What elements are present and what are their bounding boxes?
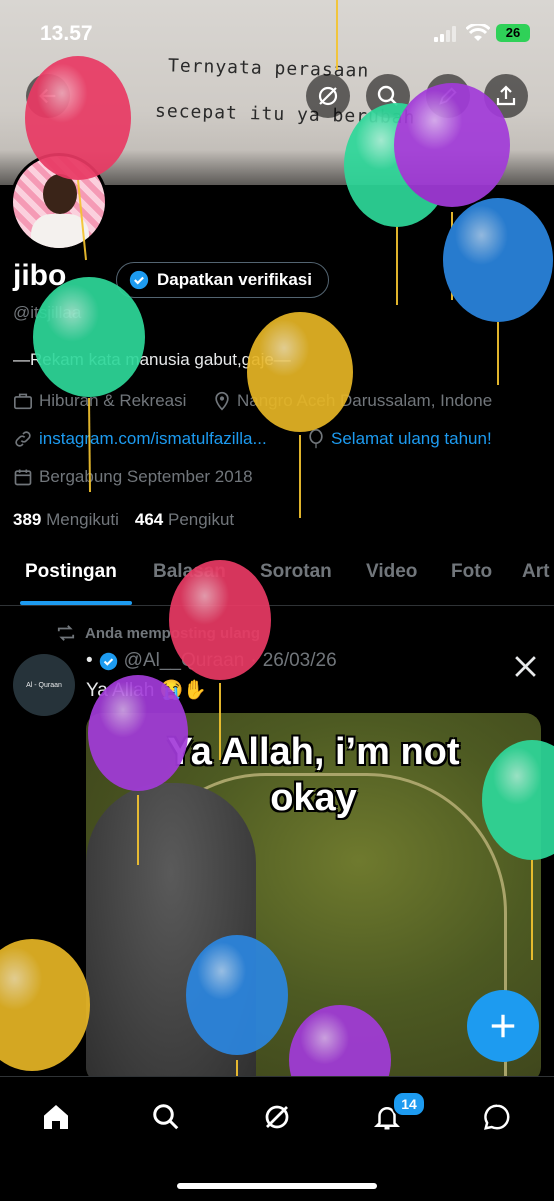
share-button[interactable] [484, 74, 528, 118]
post-author-avatar[interactable]: Al - Quraan [13, 654, 75, 716]
compose-post-button[interactable] [467, 990, 539, 1062]
grok-icon [265, 1105, 289, 1129]
tabs-divider [0, 605, 554, 606]
messages-icon [484, 1104, 510, 1130]
edit-icon [439, 87, 457, 105]
profile-joined: Bergabung September 2018 [13, 467, 253, 487]
status-time: 13.57 [40, 22, 93, 45]
tab-posts[interactable]: Postingan [25, 561, 117, 583]
post-separator: · [250, 650, 257, 671]
tab-photos[interactable]: Foto [451, 561, 492, 583]
image-caption-line-1: Ya Allah, i’m not [167, 731, 460, 773]
location-pin-icon [215, 391, 229, 411]
profile-location: Nangro Aceh Darussalam, Indone [213, 391, 492, 411]
grok-icon [318, 86, 338, 106]
author-name-dot: • [86, 650, 93, 671]
post-avatar-text: Al - Quraan [26, 681, 62, 689]
x-logo-icon [515, 656, 536, 677]
edit-button[interactable] [426, 74, 470, 118]
avatar-shirt [31, 214, 89, 248]
category-label: Hiburan & Rekreasi [39, 391, 187, 410]
repost-indicator: Anda memposting ulang [55, 624, 260, 642]
battery-indicator: 26 [496, 24, 530, 42]
balloon-icon [309, 429, 323, 449]
followers-count: 464 [134, 510, 164, 529]
profile-bio: —Rekam kata manusia gabut,gaje— [13, 350, 291, 369]
repost-label: Anda memposting ulang [85, 624, 261, 642]
signal-icon [434, 26, 460, 42]
back-arrow-icon [39, 88, 56, 104]
tab-highlights[interactable]: Sorotan [260, 561, 332, 583]
website-link[interactable]: instagram.com/ismatulfazilla... [39, 429, 267, 449]
search-button[interactable] [366, 74, 410, 118]
post-author-handle[interactable]: @Al__Quraan [124, 650, 245, 672]
briefcase-icon [14, 393, 32, 410]
wifi-icon [466, 24, 490, 41]
nav-home[interactable] [36, 1097, 76, 1137]
avatar-face [43, 174, 77, 214]
search-icon [377, 85, 398, 106]
home-icon [44, 1105, 68, 1129]
display-name: jibo [13, 259, 67, 292]
back-button[interactable] [26, 74, 70, 118]
profile-category: Hiburan & Rekreasi [13, 391, 186, 411]
following-count: 389 [13, 510, 42, 529]
following-link[interactable]: 389 Mengikuti [13, 510, 119, 530]
post-header: • @Al__Quraan · 26/03/26 [86, 650, 337, 672]
birthday-label: Selamat ulang tahun! [331, 429, 492, 448]
tab-replies[interactable]: Balasan [153, 561, 226, 583]
profile-website[interactable]: instagram.com/ismatulfazilla... [13, 429, 267, 449]
followers-label: Pengikut [167, 510, 235, 529]
get-verified-button[interactable]: Dapatkan verifikasi [116, 262, 329, 298]
share-icon [496, 85, 516, 106]
verified-badge-icon [129, 270, 149, 290]
location-label: Nangro Aceh Darussalam, Indone [237, 391, 493, 410]
home-indicator [177, 1183, 377, 1189]
nav-explore[interactable] [146, 1097, 186, 1137]
follow-stats: 389 Mengikuti 464 Pengikut [13, 510, 234, 530]
image-caption-line-2: okay [270, 777, 357, 819]
verified-badge-icon [99, 652, 117, 670]
nav-messages[interactable] [477, 1097, 517, 1137]
tab-articles[interactable]: Art [522, 561, 549, 583]
profile-handle: @itsjillaa [13, 303, 82, 322]
profile-avatar[interactable] [10, 153, 108, 251]
get-verified-label: Dapatkan verifikasi [157, 270, 312, 289]
tab-video[interactable]: Video [366, 561, 417, 583]
post-date: 26/03/26 [262, 650, 337, 671]
joined-label: Bergabung September 2018 [39, 467, 253, 486]
plus-icon [491, 1014, 515, 1038]
grok-button[interactable] [306, 74, 350, 118]
status-bar: 13.57 26 [0, 0, 554, 60]
notification-badge: 14 [392, 1091, 426, 1117]
post-text: Ya Allah 😭✋ [86, 680, 207, 701]
following-label: Mengikuti [46, 510, 119, 529]
explore-icon [153, 1104, 179, 1130]
cat-silhouette [86, 783, 256, 1083]
repost-icon [57, 625, 75, 641]
calendar-icon [14, 469, 32, 486]
link-icon [15, 431, 31, 447]
nav-grok[interactable] [257, 1097, 297, 1137]
profile-birthday: Selamat ulang tahun! [307, 429, 492, 449]
followers-link[interactable]: 464 Pengikut [135, 510, 234, 530]
